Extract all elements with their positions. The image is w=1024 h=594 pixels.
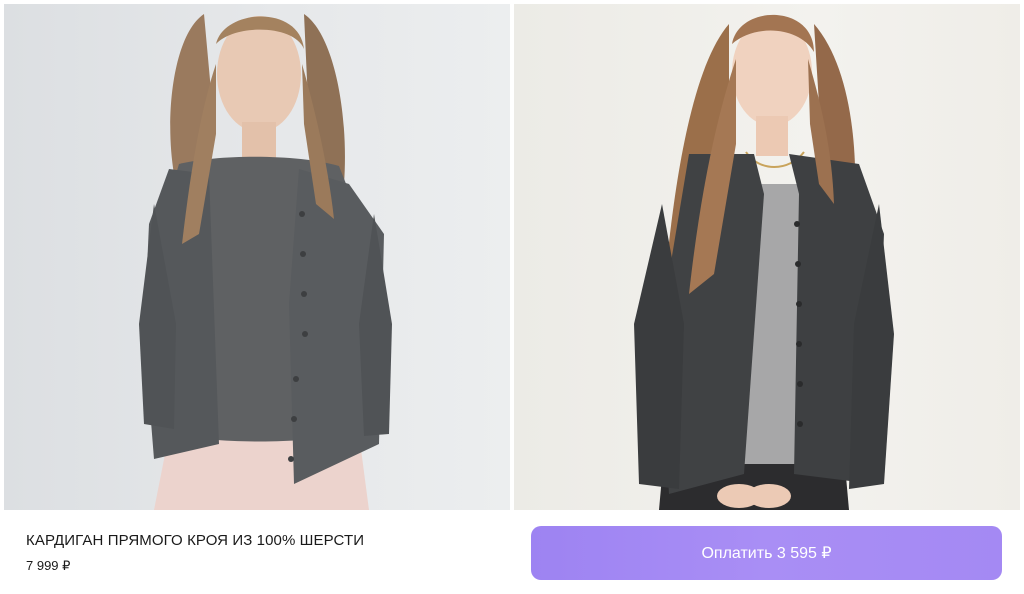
product-photo-right <box>514 4 1020 510</box>
model-photo-left <box>139 14 392 510</box>
product-photo-left <box>4 4 510 510</box>
pay-button[interactable]: Оплатить 3 595 ₽ <box>531 526 1002 580</box>
product-price: 7 999 ₽ <box>26 558 71 573</box>
model-photo-right <box>634 14 894 510</box>
product-title: КАРДИГАН ПРЯМОГО КРОЯ ИЗ 100% ШЕРСТИ <box>26 532 365 549</box>
